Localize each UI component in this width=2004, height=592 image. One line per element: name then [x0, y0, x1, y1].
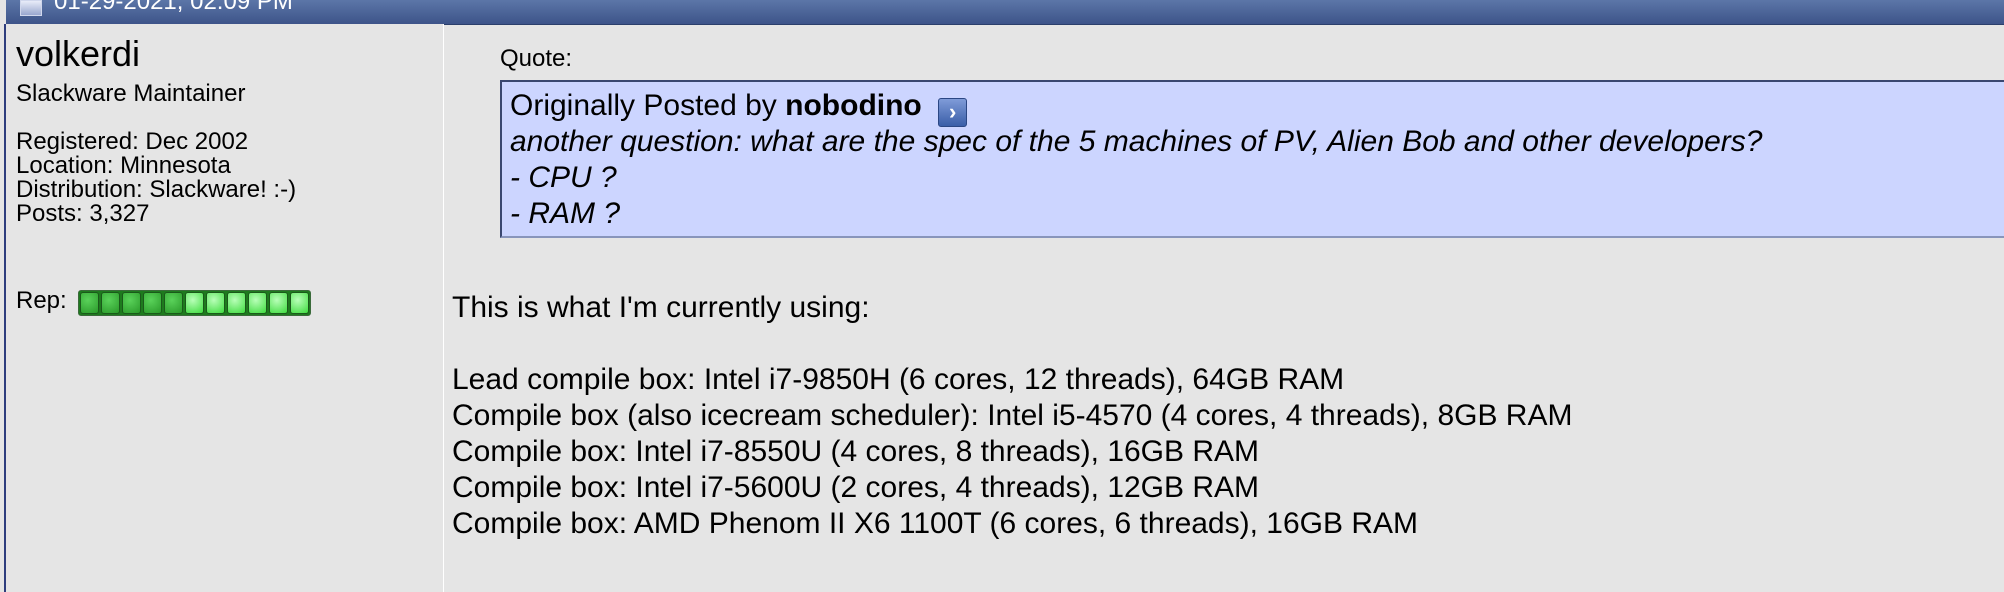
- post-body-line: Compile box: Intel i7-8550U (4 cores, 8 …: [452, 435, 1260, 468]
- rep-pip: [248, 292, 267, 314]
- post-intro: This is what I'm currently using:: [452, 291, 870, 324]
- reputation-bar: [78, 290, 311, 316]
- rep-pip: [269, 292, 288, 314]
- quote-line: - RAM ?: [510, 197, 621, 230]
- quote-header: Originally Posted by nobodino ›: [510, 88, 968, 127]
- quote-line: - CPU ?: [510, 161, 617, 194]
- view-post-icon[interactable]: ›: [938, 98, 968, 127]
- rep-label: Rep:: [16, 287, 67, 314]
- quote-prefix: Originally Posted by: [510, 89, 777, 122]
- post-body-line: Lead compile box: Intel i7-9850H (6 core…: [452, 363, 1345, 396]
- rep-pip: [185, 292, 204, 314]
- post-header-bar: 01-29-2021, 02:09 PM: [6, 0, 2004, 25]
- rep-pip: [290, 292, 309, 314]
- username-link[interactable]: volkerdi: [16, 34, 140, 74]
- rep-pip: [122, 292, 141, 314]
- user-info-panel: volkerdi Slackware Maintainer Registered…: [6, 24, 444, 592]
- post-date: 01-29-2021, 02:09 PM: [54, 0, 293, 15]
- quote-box: Originally Posted by nobodino › another …: [500, 80, 2004, 238]
- rep-pip: [80, 292, 99, 314]
- rep-pip: [164, 292, 183, 314]
- rep-pip: [143, 292, 162, 314]
- rep-pip: [227, 292, 246, 314]
- user-title: Slackware Maintainer: [16, 80, 246, 107]
- quote-label: Quote:: [500, 45, 573, 72]
- post-icon: [20, 0, 42, 16]
- quote-author: nobodino: [785, 89, 922, 122]
- post-body-line: Compile box (also icecream scheduler): I…: [452, 399, 1573, 432]
- rep-pip: [101, 292, 120, 314]
- post-body-line: Compile box: AMD Phenom II X6 1100T (6 c…: [452, 507, 1418, 540]
- quote-line: another question: what are the spec of t…: [510, 125, 1763, 158]
- post-body-line: Compile box: Intel i7-5600U (2 cores, 4 …: [452, 471, 1260, 504]
- rep-pip: [206, 292, 225, 314]
- user-posts: Posts: 3,327: [16, 200, 150, 227]
